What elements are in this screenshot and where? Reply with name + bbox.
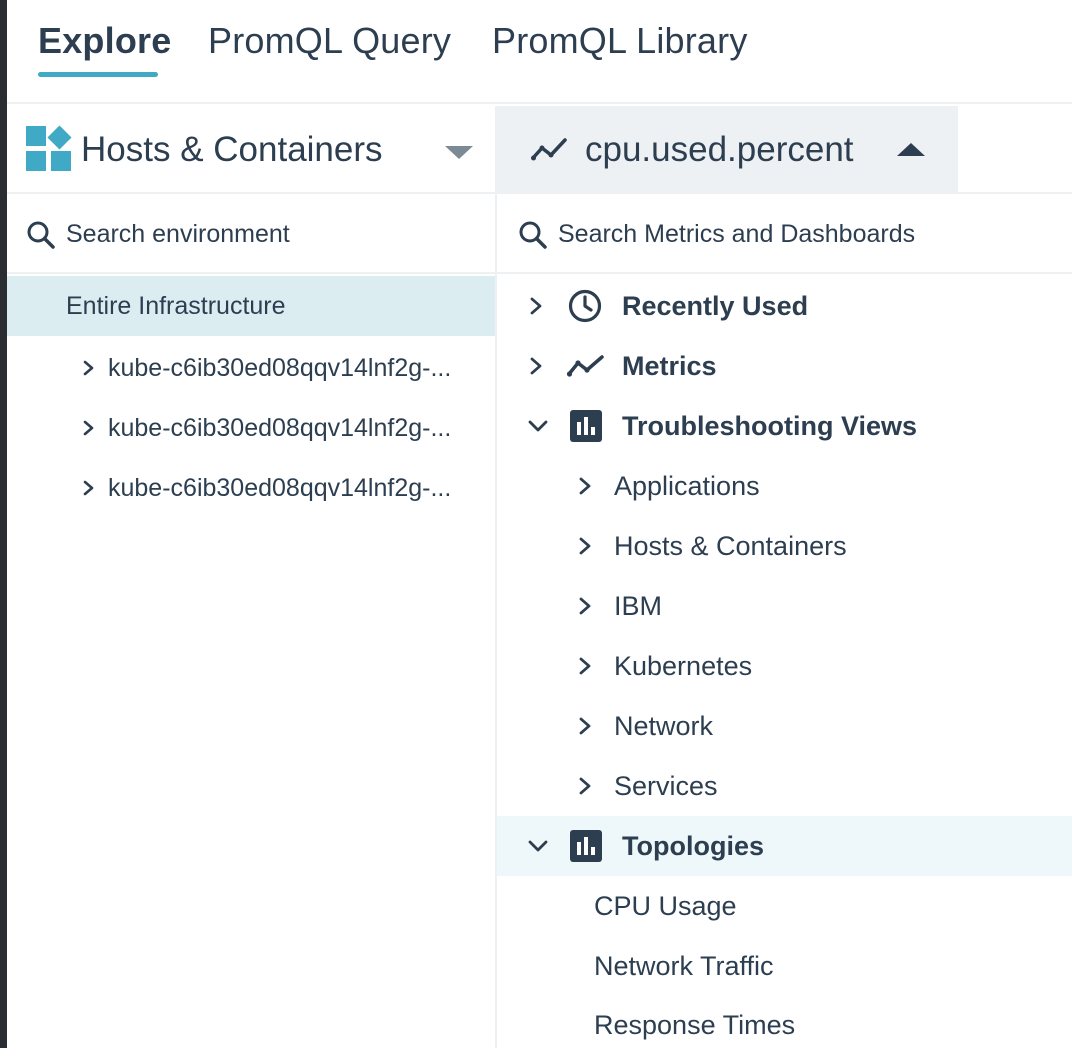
tree-item-label: Kubernetes	[614, 651, 753, 681]
chevron-right-icon	[579, 657, 591, 675]
tree-item-label: Entire Infrastructure	[66, 292, 286, 320]
metric-selector[interactable]: cpu.used.percent	[497, 106, 958, 194]
chevron-right-icon	[579, 717, 591, 735]
trend-line-icon	[566, 355, 604, 377]
tree-item-label: Network	[614, 711, 714, 741]
tree-item-label: Applications	[614, 471, 760, 501]
search-icon	[519, 221, 547, 249]
tree-item-label: Troubleshooting Views	[622, 411, 918, 441]
chevron-right-icon	[83, 480, 94, 496]
tree-item-label: kube-c6ib30ed08qqv14lnf2g-...	[108, 354, 452, 382]
chevron-right-icon	[579, 477, 591, 495]
tree-item-troubleshooting-views[interactable]: Troubleshooting Views	[497, 396, 1072, 456]
chevron-right-icon	[579, 597, 591, 615]
chevron-down-icon	[528, 840, 548, 852]
metric-label: cpu.used.percent	[585, 130, 854, 169]
tree-item-label: Hosts & Containers	[614, 531, 847, 561]
caret-down-icon	[445, 146, 473, 159]
tree-item-label: Recently Used	[622, 291, 809, 321]
top-tab-bar: Explore PromQL Query PromQL Library	[7, 0, 1072, 104]
tree-item-network-traffic[interactable]: Network Traffic	[497, 936, 1072, 996]
tree-item-label: Services	[614, 771, 718, 801]
caret-up-icon	[897, 143, 925, 156]
tree-item-label: Response Times	[594, 1010, 796, 1040]
environment-search	[7, 194, 495, 274]
hosts-containers-icon	[26, 125, 72, 171]
tree-item-hosts-containers[interactable]: Hosts & Containers	[497, 516, 1072, 576]
tab-promql-query[interactable]: PromQL Query	[208, 20, 451, 62]
tree-item-label: IBM	[614, 591, 663, 621]
chevron-right-icon	[579, 537, 591, 555]
tree-item-label: Metrics	[622, 351, 717, 381]
tab-promql-library[interactable]: PromQL Library	[492, 20, 748, 62]
chevron-right-icon	[579, 777, 591, 795]
tree-item-ibm[interactable]: IBM	[497, 576, 1072, 636]
chevron-right-icon	[530, 357, 542, 375]
tree-item-cpu-usage[interactable]: CPU Usage	[497, 876, 1072, 936]
chevron-right-icon	[83, 360, 94, 376]
active-tab-indicator	[38, 72, 158, 77]
tree-item-recently-used[interactable]: Recently Used	[497, 276, 1072, 336]
tab-explore[interactable]: Explore	[38, 20, 171, 62]
environment-search-input[interactable]	[66, 214, 476, 254]
tree-item-label: CPU Usage	[594, 891, 737, 921]
tree-item-host[interactable]: kube-c6ib30ed08qqv14lnf2g-...	[7, 458, 495, 518]
metrics-search	[497, 194, 1072, 274]
chevron-right-icon	[530, 297, 542, 315]
bar-chart-icon	[570, 410, 602, 442]
bar-chart-icon	[570, 830, 602, 862]
tree-item-metrics[interactable]: Metrics	[497, 336, 1072, 396]
tree-item-label: kube-c6ib30ed08qqv14lnf2g-...	[108, 474, 452, 502]
scope-selector[interactable]: Hosts & Containers	[7, 106, 497, 194]
metrics-search-input[interactable]	[558, 214, 1058, 254]
tree-item-host[interactable]: kube-c6ib30ed08qqv14lnf2g-...	[7, 398, 495, 458]
scope-label: Hosts & Containers	[81, 130, 383, 169]
tree-item-response-times[interactable]: Response Times	[497, 988, 1072, 1048]
tree-item-label: kube-c6ib30ed08qqv14lnf2g-...	[108, 414, 452, 442]
tree-item-label: Topologies	[622, 831, 764, 861]
trend-line-icon	[531, 138, 567, 161]
clock-icon	[568, 289, 602, 323]
chevron-right-icon	[83, 420, 94, 436]
tree-item-topologies[interactable]: Topologies	[497, 816, 1072, 876]
search-icon	[27, 221, 55, 249]
tree-item-applications[interactable]: Applications	[497, 456, 1072, 516]
tree-item-kubernetes[interactable]: Kubernetes	[497, 636, 1072, 696]
tree-item-entire-infrastructure[interactable]: Entire Infrastructure	[7, 276, 495, 336]
tree-item-label: Network Traffic	[594, 951, 774, 981]
chevron-down-icon	[528, 420, 548, 432]
tree-item-network[interactable]: Network	[497, 696, 1072, 756]
tree-item-host[interactable]: kube-c6ib30ed08qqv14lnf2g-...	[7, 338, 495, 398]
window-edge	[0, 0, 7, 1048]
tree-item-services[interactable]: Services	[497, 756, 1072, 816]
